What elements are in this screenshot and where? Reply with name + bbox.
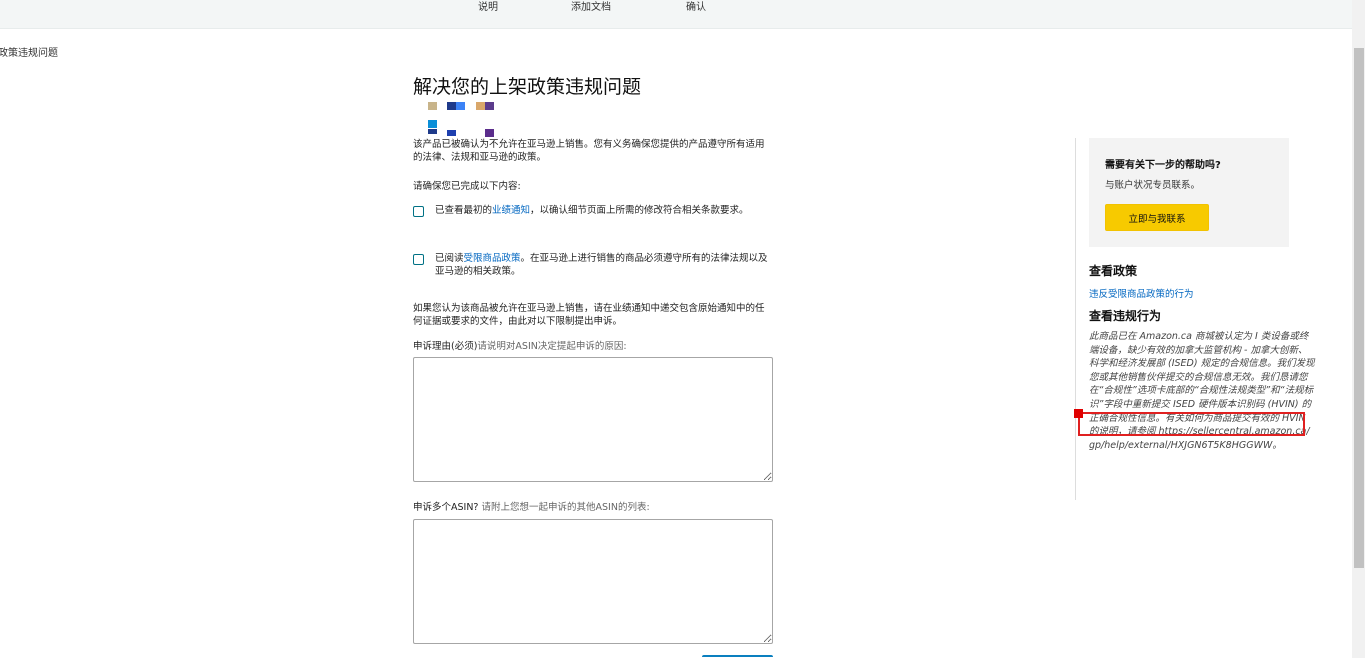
scrollbar-thumb[interactable] xyxy=(1354,48,1364,568)
continue-button[interactable] xyxy=(702,655,773,663)
sidebar-divider xyxy=(1075,138,1076,500)
checklist-item-label: 已阅读受限商品政策。在亚马逊上进行销售的商品必须遵守所有的法律法规以及亚马逊的相… xyxy=(435,253,768,277)
progress-steps-bar: 说明 添加文档 确认 xyxy=(0,0,1352,29)
checkbox-notification[interactable] xyxy=(413,206,424,217)
multi-asin-input[interactable] xyxy=(413,519,773,644)
intro-text: 该产品已被确认为不允许在亚马逊上销售。您有义务确保您提供的产品遵守所有适用的法律… xyxy=(413,139,765,163)
step-add-documents[interactable]: 添加文档 xyxy=(571,0,611,13)
help-subtitle: 与账户状况专员联系。 xyxy=(1105,180,1201,191)
appeal-reason-input[interactable] xyxy=(413,357,773,482)
highlight-annotation-box xyxy=(1078,412,1305,436)
help-box: 需要有关下一步的帮助吗? 与账户状况专员联系。 立即与我联系 xyxy=(1089,138,1289,247)
restricted-products-policy-link[interactable]: 受限商品政策 xyxy=(464,253,521,264)
checkbox-restricted-policy[interactable] xyxy=(413,254,424,265)
highlight-annotation-marker xyxy=(1074,409,1083,418)
step-confirm[interactable]: 确认 xyxy=(686,0,706,13)
performance-notification-link[interactable]: 业绩通知 xyxy=(492,205,530,216)
contact-me-button[interactable]: 立即与我联系 xyxy=(1105,204,1209,231)
checklist-item-label: 已查看最初的业绩通知，以确认细节页面上所需的修改符合相关条款要求。 xyxy=(435,205,749,216)
view-violation-heading: 查看违规行为 xyxy=(1089,309,1162,323)
checklist-heading: 请确保您已完成以下内容: xyxy=(413,181,521,192)
appeal-intro-text: 如果您认为该商品被允许在亚马逊上销售，请在业绩通知中递交包含原始通知中的任何证据… xyxy=(413,303,765,327)
restricted-products-violation-link[interactable]: 违反受限商品政策的行为 xyxy=(1089,286,1194,300)
page-scrollbar[interactable] xyxy=(1352,0,1365,658)
multi-asin-label: 申诉多个ASIN? 请附上您想一起申诉的其他ASIN的列表: xyxy=(413,502,650,513)
step-instructions[interactable]: 说明 xyxy=(478,0,498,13)
breadcrumb[interactable]: 政策违规问题 xyxy=(0,44,58,59)
help-title: 需要有关下一步的帮助吗? xyxy=(1105,160,1221,171)
appeal-reason-label: 申诉理由(必须)请说明对ASIN决定提起申诉的原因: xyxy=(413,341,627,352)
page-title: 解决您的上架政策违规问题 xyxy=(413,76,642,98)
view-policy-heading: 查看政策 xyxy=(1089,264,1138,278)
